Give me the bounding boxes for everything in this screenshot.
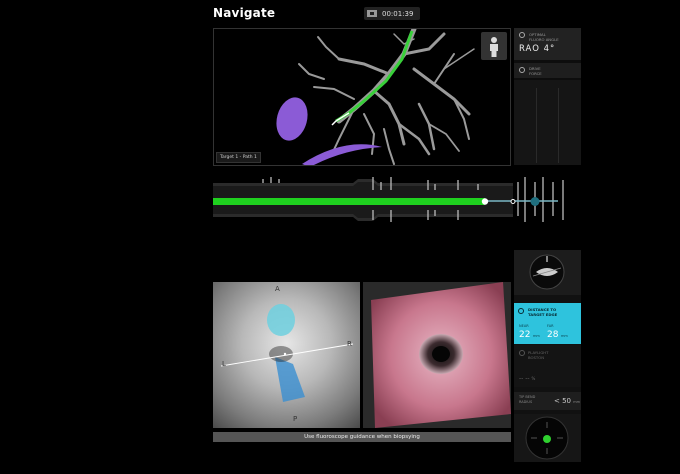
drive-force-meter — [514, 80, 581, 165]
progress-bar — [213, 198, 485, 205]
scope-orientation-card[interactable] — [514, 250, 581, 295]
far-label: FAR — [547, 324, 554, 328]
info-icon — [519, 67, 525, 73]
drive-force-card[interactable]: DRIVE FORCE — [514, 63, 581, 78]
near-unit: mm — [533, 334, 540, 338]
top-sidebar: OPTIMAL FLUORO ANGLE RAO 4° DRIVE FORCE — [514, 28, 581, 165]
drive-label-2: FORCE — [529, 71, 542, 76]
far-value: 28 — [547, 330, 559, 340]
bottom-sidebar: DISTANCE TO TARGET EDGE NEAR 22 mm FAR 2… — [514, 250, 581, 462]
airway-lumen — [269, 346, 293, 362]
near-value: 22 — [519, 330, 531, 340]
airway-tree — [298, 29, 475, 165]
secondary-lesion — [302, 144, 382, 165]
page-title: Navigate — [213, 6, 276, 20]
navigation-3d-view[interactable]: Target 1 - Path 1 — [213, 28, 511, 166]
fluoro-label-2: FLUORO ANGLE — [529, 37, 559, 42]
waypoint-marker — [510, 199, 516, 204]
tip-label-2: RADIUS — [519, 400, 533, 404]
orientation-compass-icon — [529, 254, 565, 290]
far-unit: mm — [561, 334, 568, 338]
scope-position-marker[interactable] — [481, 198, 489, 205]
fluoro-angle-value: RAO 4° — [519, 44, 556, 54]
target-path-label[interactable]: Target 1 - Path 1 — [216, 152, 261, 163]
timer-value: 00:01:39 — [382, 9, 414, 18]
tip-bend-radius-card[interactable]: TIP BEND RADIUS < 50 mm — [514, 392, 581, 410]
playlight-icon — [519, 350, 525, 356]
airway-tree-svg — [276, 29, 475, 165]
patient-orientation-button[interactable] — [481, 32, 507, 60]
virtual-endoscopy-view[interactable]: A P L R — [213, 282, 360, 428]
target-alignment-svg — [525, 416, 569, 460]
distance-to-target-card[interactable]: DISTANCE TO TARGET EDGE NEAR 22 mm FAR 2… — [514, 303, 581, 344]
marker-left: L — [222, 360, 226, 368]
marker-right: R — [347, 340, 352, 348]
person-icon — [490, 37, 498, 57]
camera-feed-svg — [371, 282, 511, 428]
live-camera-view[interactable] — [363, 282, 511, 428]
playlight-value: -- -- — [519, 375, 530, 382]
playlight-label-2: BOSTON — [528, 355, 545, 360]
target-alignment-card[interactable] — [514, 414, 581, 462]
airway-lumen-dark — [432, 346, 450, 362]
playlight-unit: % — [531, 376, 536, 381]
target-icon — [518, 308, 524, 314]
record-icon — [367, 10, 377, 17]
distance-label-2: TARGET EDGE — [528, 312, 558, 317]
virtual-endo-svg — [220, 304, 354, 402]
tip-unit: mm — [573, 400, 581, 404]
playlight-card[interactable]: PLAYLIGHT BOSTON -- -- % — [514, 345, 581, 387]
marker-posterior: P — [293, 415, 298, 423]
path-track-svg — [213, 177, 564, 222]
target-marker — [530, 197, 540, 206]
center-marker — [283, 352, 287, 356]
navigation-path — [335, 30, 414, 123]
target-lesion — [276, 97, 308, 141]
recording-timer[interactable]: 00:01:39 — [364, 7, 420, 20]
fluoro-guidance-hint: Use fluoroscope guidance when biopsying — [213, 432, 511, 442]
target-projection — [275, 357, 305, 402]
fluoro-angle-card[interactable]: OPTIMAL FLUORO ANGLE RAO 4° — [514, 28, 581, 60]
path-progress-track[interactable] — [213, 172, 583, 228]
target-blob — [267, 304, 295, 336]
tip-value: < 50 — [554, 397, 571, 405]
alignment-dot-icon — [543, 435, 551, 443]
fluoro-icon — [519, 32, 525, 38]
near-label: NEAR — [519, 324, 529, 328]
marker-anterior: A — [275, 285, 280, 293]
